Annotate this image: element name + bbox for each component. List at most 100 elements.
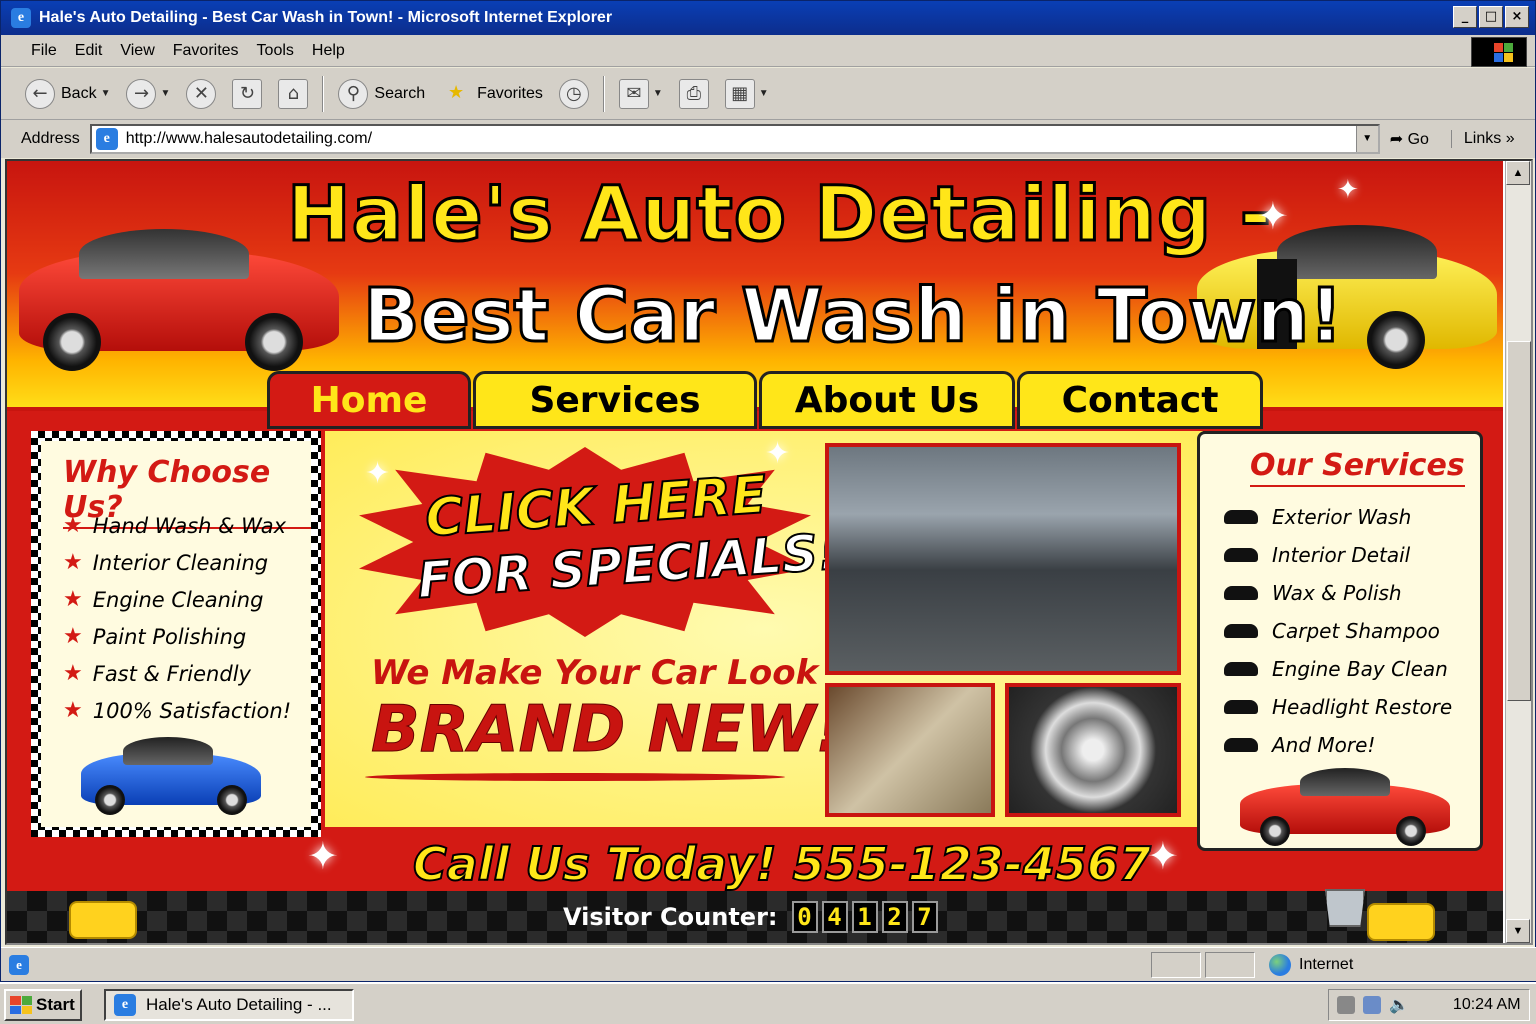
car-icon xyxy=(1224,510,1258,524)
title-bar[interactable]: e Hale's Auto Detailing - Best Car Wash … xyxy=(1,1,1535,35)
clock[interactable]: 10:24 AM xyxy=(1453,996,1521,1014)
address-dropdown-icon[interactable]: ▼ xyxy=(1355,126,1378,152)
mail-icon: ✉ xyxy=(618,78,649,109)
menu-view[interactable]: View xyxy=(112,40,162,62)
print-button[interactable]: ⎙ xyxy=(671,75,717,113)
why-item-label: Paint Polishing xyxy=(92,624,247,649)
page-viewport: Hale's Auto Detailing - Best Car Wash in… xyxy=(5,159,1533,945)
menu-favorites[interactable]: Favorites xyxy=(165,40,247,62)
counter-digit: 7 xyxy=(911,901,938,933)
taskbar-item-ie[interactable]: e Hale's Auto Detailing - ... xyxy=(104,989,354,1021)
refresh-icon: ↻ xyxy=(232,78,263,109)
forward-dropdown-icon[interactable]: ▼ xyxy=(160,88,170,99)
security-zone: Internet xyxy=(1269,954,1353,976)
forward-arrow-icon: → xyxy=(126,78,157,109)
refresh-button[interactable]: ↻ xyxy=(224,75,270,113)
star-bullet-icon: ★ xyxy=(63,624,83,649)
history-button[interactable]: ◷ xyxy=(551,75,597,113)
favorites-button[interactable]: ★ Favorites xyxy=(433,75,551,113)
service-item: And More! xyxy=(1224,726,1452,764)
why-item-label: 100% Satisfaction! xyxy=(92,698,292,723)
close-button[interactable]: × xyxy=(1505,6,1529,28)
nav-contact[interactable]: Contact xyxy=(1017,371,1263,429)
service-item: Carpet Shampoo xyxy=(1224,612,1452,650)
go-button[interactable]: ➦ Go xyxy=(1390,129,1429,149)
star-bullet-icon: ★ xyxy=(63,661,83,686)
why-choose-us-box: Why Choose Us? ★ Hand Wash & Wax ★ Interio… xyxy=(31,431,321,837)
bucket-icon xyxy=(1325,889,1365,927)
back-arrow-icon: ← xyxy=(25,78,55,109)
why-list: ★ Hand Wash & Wax ★ Interior Cleaning ★ Eng… xyxy=(63,507,291,729)
star-bullet-icon: ★ xyxy=(63,550,83,575)
stop-button[interactable]: ✕ xyxy=(178,75,224,113)
car-icon xyxy=(1224,624,1258,638)
service-item: Exterior Wash xyxy=(1224,498,1452,536)
star-bullet-icon: ★ xyxy=(63,513,83,538)
network-icon[interactable] xyxy=(1363,996,1381,1014)
vertical-scrollbar[interactable]: ▲ ▼ xyxy=(1505,161,1531,943)
sparkle-icon: ✦ xyxy=(1257,194,1289,238)
forward-button[interactable]: → ▼ xyxy=(118,75,178,113)
nav-services[interactable]: Services xyxy=(473,371,757,429)
call-us-banner[interactable]: Call Us Today! 555-123-4567 xyxy=(412,836,1152,892)
nav-home[interactable]: Home xyxy=(267,371,471,429)
favorites-label: Favorites xyxy=(477,84,543,102)
taskbar: Start e Hale's Auto Detailing - ... 🔈 10… xyxy=(0,982,1536,1024)
home-icon: ⌂ xyxy=(278,78,309,109)
address-field[interactable]: e ▼ xyxy=(89,124,1380,154)
blue-car-image xyxy=(81,735,261,815)
back-button[interactable]: ← Back ▼ xyxy=(17,75,118,113)
why-item-label: Fast & Friendly xyxy=(92,661,251,686)
car-icon xyxy=(1224,662,1258,676)
printer-icon: ⎙ xyxy=(678,78,709,109)
address-bar: Address e ▼ ➦ Go Links » xyxy=(1,120,1535,158)
site-nav: Home Services About Us Contact xyxy=(267,371,1263,429)
menu-help[interactable]: Help xyxy=(304,40,353,62)
url-input[interactable] xyxy=(125,130,1326,148)
nav-about-us[interactable]: About Us xyxy=(759,371,1015,429)
mail-button[interactable]: ✉ ▼ xyxy=(611,75,671,113)
back-label: Back xyxy=(61,84,97,102)
sparkle-icon: ✦ xyxy=(307,834,339,878)
tray-app-icon[interactable] xyxy=(1337,996,1355,1014)
wheel-photo xyxy=(1005,683,1181,817)
speaker-icon[interactable]: 🔈 xyxy=(1389,995,1409,1015)
menu-file[interactable]: File xyxy=(23,40,65,62)
edit-button[interactable]: ▦ ▼ xyxy=(717,75,777,113)
service-item-label: And More! xyxy=(1272,733,1376,757)
links-button[interactable]: Links » xyxy=(1450,130,1515,148)
scroll-thumb[interactable] xyxy=(1507,341,1531,701)
home-button[interactable]: ⌂ xyxy=(270,75,316,113)
scroll-down-icon[interactable]: ▼ xyxy=(1506,919,1530,943)
menu-edit[interactable]: Edit xyxy=(67,40,111,62)
window-controls: _ □ × xyxy=(1453,6,1529,28)
why-choose-us-panel: Why Choose Us? ★ Hand Wash & Wax ★ Interio… xyxy=(41,441,311,827)
minimize-button[interactable]: _ xyxy=(1453,6,1477,28)
address-label: Address xyxy=(21,130,80,147)
our-services-box: Our Services Exterior Wash Interior Deta… xyxy=(1197,431,1483,851)
stop-icon: ✕ xyxy=(186,78,217,109)
toolbar-separator xyxy=(322,75,325,112)
start-label: Start xyxy=(36,995,75,1014)
start-button[interactable]: Start xyxy=(4,989,82,1021)
search-button[interactable]: ⚲ Search xyxy=(330,75,433,113)
menu-tools[interactable]: Tools xyxy=(249,40,302,62)
car-icon xyxy=(1224,738,1258,752)
page-icon: e xyxy=(95,128,118,150)
why-item: ★ Fast & Friendly xyxy=(63,655,291,692)
sponge-icon xyxy=(1367,903,1435,941)
star-icon: ★ xyxy=(448,81,465,103)
car-icon xyxy=(1224,586,1258,600)
counter-digit: 0 xyxy=(791,901,818,933)
service-item-label: Wax & Polish xyxy=(1272,581,1402,605)
zone-label: Internet xyxy=(1299,956,1354,973)
specials-panel: CLICK HERE FOR SPECIALS! ✦ ✦ We Make You… xyxy=(325,431,1203,827)
service-item-label: Carpet Shampoo xyxy=(1272,619,1440,643)
edit-dropdown-icon[interactable]: ▼ xyxy=(759,88,769,99)
back-dropdown-icon[interactable]: ▼ xyxy=(101,88,111,99)
status-cell xyxy=(1205,952,1255,978)
mail-dropdown-icon[interactable]: ▼ xyxy=(653,88,663,99)
scroll-up-icon[interactable]: ▲ xyxy=(1506,161,1530,185)
maximize-button[interactable]: □ xyxy=(1479,6,1503,28)
search-label: Search xyxy=(374,84,426,102)
